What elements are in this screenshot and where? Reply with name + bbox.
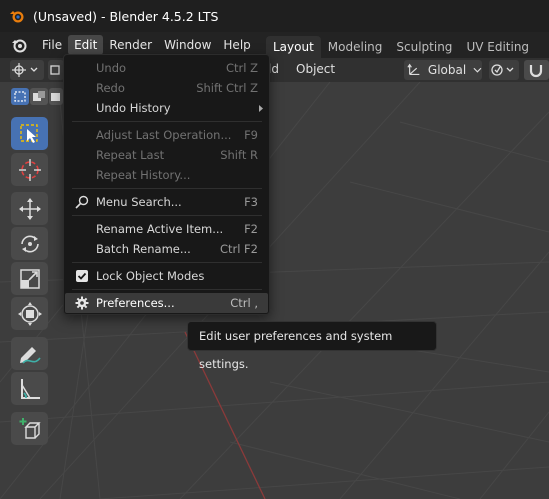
rename-active-label: Rename Active Item... — [96, 222, 224, 236]
magnet-icon — [529, 65, 543, 78]
window-title: (Unsaved) - Blender 4.5.2 LTS — [33, 8, 219, 24]
redo-shortcut: Shift Ctrl Z — [196, 81, 258, 95]
select-mode-set-button[interactable] — [11, 88, 29, 105]
undo-history-label: Undo History — [96, 101, 171, 115]
menu-render[interactable]: Render — [103, 35, 158, 55]
undo-shortcut: Ctrl Z — [226, 61, 258, 75]
menu-window[interactable]: Window — [158, 35, 217, 55]
orientation-icon — [407, 63, 420, 75]
menu-separator — [72, 262, 262, 263]
menu-item-adjust-last[interactable]: Adjust Last Operation... F9 — [65, 125, 268, 145]
tab-uv-editing[interactable]: UV Editing — [459, 36, 536, 58]
menu-item-repeat-history[interactable]: Repeat History... — [65, 165, 268, 185]
pivot-point-dropdown[interactable] — [489, 60, 519, 80]
repeat-last-shortcut: Shift R — [220, 148, 258, 162]
tool-measure[interactable] — [11, 372, 48, 405]
blender-menu-icon[interactable] — [10, 36, 28, 54]
rename-active-shortcut: F2 — [244, 222, 258, 236]
annotate-icon — [19, 346, 41, 364]
chevron-down-icon — [473, 67, 482, 73]
crosshair-icon — [12, 63, 38, 77]
transform-orientation-dropdown[interactable]: Global — [404, 60, 482, 80]
tab-modeling[interactable]: Modeling — [321, 36, 390, 58]
menu-item-repeat-last[interactable]: Repeat Last Shift R — [65, 145, 268, 165]
editor-type-button[interactable] — [10, 60, 44, 80]
select-mode-extend-button[interactable] — [30, 88, 48, 105]
move-icon — [18, 197, 41, 220]
pivot-icon — [491, 64, 514, 76]
repeat-last-label: Repeat Last — [96, 148, 165, 162]
cursor-icon — [18, 158, 41, 181]
object-mode-icon — [50, 65, 60, 75]
checkbox-icon[interactable] — [75, 269, 89, 283]
menu-item-menu-search[interactable]: Menu Search... F3 — [65, 192, 268, 212]
menu-item-undo-history[interactable]: Undo History — [65, 98, 268, 118]
batch-rename-label: Batch Rename... — [96, 242, 191, 256]
rotate-icon — [20, 234, 39, 253]
menu-item-redo[interactable]: Redo Shift Ctrl Z — [65, 78, 268, 98]
select-mode-subtract-button[interactable] — [49, 88, 63, 105]
preferences-label: Preferences... — [96, 296, 175, 310]
scale-icon — [19, 268, 40, 289]
snap-toggle[interactable] — [524, 60, 549, 80]
tool-add-cube[interactable] — [11, 412, 48, 445]
lock-object-modes-label: Lock Object Modes — [96, 269, 205, 283]
object-menu[interactable]: Object — [296, 62, 335, 76]
select-subtract-icon — [51, 93, 60, 101]
gear-icon — [75, 296, 89, 310]
blender-logo-icon — [10, 11, 24, 23]
submenu-arrow-icon — [259, 105, 263, 112]
menu-separator — [72, 188, 262, 189]
mode-button[interactable] — [48, 60, 64, 80]
menu-search-label: Menu Search... — [96, 195, 182, 209]
menu-item-batch-rename[interactable]: Batch Rename... Ctrl F2 — [65, 239, 268, 259]
tab-sculpting[interactable]: Sculpting — [389, 36, 459, 58]
menu-file[interactable]: File — [36, 35, 68, 55]
tool-transform[interactable] — [11, 297, 48, 330]
menu-help[interactable]: Help — [217, 35, 256, 55]
menu-item-rename-active[interactable]: Rename Active Item... F2 — [65, 219, 268, 239]
menu-separator — [72, 121, 262, 122]
redo-label: Redo — [96, 81, 125, 95]
preferences-tooltip: Edit user preferences and system setting… — [187, 321, 437, 371]
tool-cursor[interactable] — [11, 153, 48, 186]
preferences-shortcut: Ctrl , — [230, 296, 258, 310]
menu-item-lock-object-modes[interactable]: Lock Object Modes — [65, 266, 268, 286]
tool-select-box[interactable] — [11, 117, 48, 150]
edit-menu-popup: Undo Ctrl Z Redo Shift Ctrl Z Undo Histo… — [63, 54, 270, 315]
select-extend-icon — [33, 91, 45, 101]
menu-separator — [72, 289, 262, 290]
undo-label: Undo — [96, 61, 127, 75]
orientation-label: Global — [427, 63, 467, 77]
menu-separator — [72, 215, 262, 216]
measure-icon — [20, 378, 40, 399]
tool-move[interactable] — [11, 192, 48, 225]
add-cube-icon — [19, 417, 41, 439]
tool-scale[interactable] — [11, 262, 48, 295]
select-set-icon — [14, 91, 26, 102]
batch-rename-shortcut: Ctrl F2 — [219, 242, 258, 256]
tool-annotate[interactable] — [11, 337, 48, 370]
window-titlebar: (Unsaved) - Blender 4.5.2 LTS — [0, 0, 549, 32]
adjust-last-shortcut: F9 — [244, 128, 258, 142]
menu-item-preferences[interactable]: Preferences... Ctrl , — [65, 293, 268, 313]
repeat-history-label: Repeat History... — [96, 168, 191, 182]
tool-rotate[interactable] — [11, 227, 48, 260]
menu-search-shortcut: F3 — [244, 195, 258, 209]
transform-icon — [17, 301, 42, 326]
search-icon — [75, 195, 89, 209]
menu-item-undo[interactable]: Undo Ctrl Z — [65, 58, 268, 78]
tab-layout[interactable]: Layout — [266, 36, 321, 58]
adjust-last-label: Adjust Last Operation... — [96, 128, 232, 142]
menu-edit[interactable]: Edit — [68, 35, 104, 55]
select-box-icon — [19, 123, 38, 143]
workspace-tabs: Layout Modeling Sculpting UV Editing — [266, 36, 536, 58]
